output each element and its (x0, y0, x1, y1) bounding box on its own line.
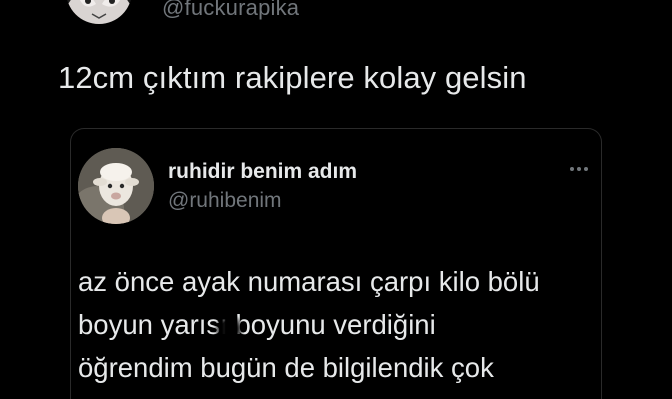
image-artifact (212, 314, 246, 344)
tweet-text: 12cm çıktım rakiplere kolay gelsin (58, 60, 527, 95)
quoted-tweet-line: az önce ayak numarası çarpı kilo bölü (78, 266, 540, 297)
author-avatar[interactable] (66, 0, 132, 24)
author-handle[interactable]: @fuckurapika (162, 0, 299, 21)
quoted-tweet-line: öğrendim bugün de bilgilendik çok (78, 352, 494, 383)
quoted-tweet-body: az önce ayak numarası çarpı kilo bölü bo… (78, 260, 638, 389)
quoted-author-handle[interactable]: @ruhibenim (168, 189, 282, 213)
quoted-author-name[interactable]: ruhidir benim adım (168, 160, 357, 184)
sheep-avatar-icon[interactable] (78, 148, 154, 224)
more-horizontal-icon[interactable] (562, 157, 596, 181)
quoted-tweet-line: boyun yarısı boyunu verdiğini (78, 309, 436, 340)
